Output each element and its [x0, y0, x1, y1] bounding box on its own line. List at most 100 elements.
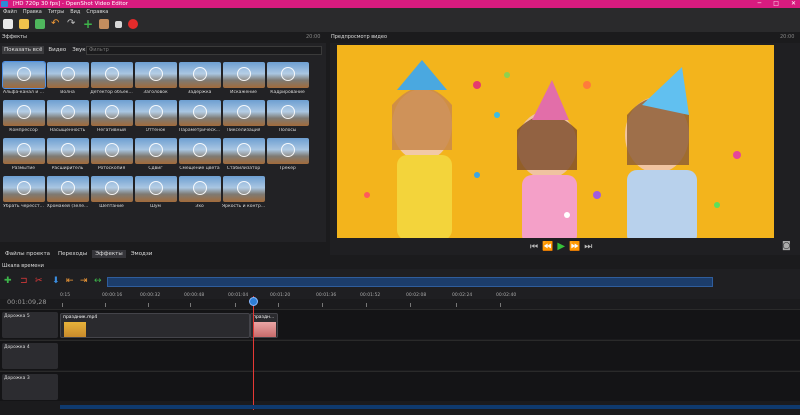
playhead-line[interactable] — [253, 296, 254, 410]
effect-label: Детектор объек... — [90, 90, 133, 95]
next-marker-icon[interactable]: ⇥ — [80, 276, 88, 286]
effect-item[interactable]: Кадрирование — [266, 62, 309, 98]
track-4[interactable]: Дорожка 4 — [0, 340, 800, 370]
track-header[interactable]: Дорожка 3 — [2, 374, 58, 400]
center-timeline-icon[interactable]: ↔ — [94, 276, 102, 286]
tab-transitions[interactable]: Переходы — [55, 250, 90, 258]
effect-item[interactable]: Сдвиг — [134, 138, 177, 174]
timeline-horizontal-scrollbar[interactable] — [60, 405, 800, 409]
effect-thumbnail — [222, 62, 265, 88]
clip-name: праздн... — [253, 315, 275, 320]
new-file-icon[interactable] — [3, 19, 13, 29]
track-header[interactable]: Дорожка 4 — [2, 343, 58, 369]
effect-item[interactable]: Негативный — [90, 100, 133, 136]
fullscreen-icon[interactable] — [115, 20, 122, 28]
effect-item[interactable]: Детектор объек... — [90, 62, 133, 98]
effect-item[interactable]: Хромакей (зеле... — [46, 176, 89, 212]
tab-video[interactable]: Видео — [46, 46, 68, 54]
menu-help[interactable]: Справка — [86, 9, 108, 15]
effect-label: Шум — [150, 204, 161, 209]
menu-file[interactable]: Файл — [3, 9, 17, 15]
effect-item[interactable]: Волна — [46, 62, 89, 98]
undo-icon[interactable]: ↶ — [51, 19, 61, 29]
effect-item[interactable]: Смещение цвета — [178, 138, 221, 174]
effect-item[interactable]: Ротоскопия — [90, 138, 133, 174]
effect-item[interactable]: Параметрическ... — [178, 100, 221, 136]
effect-thumbnail — [46, 138, 89, 164]
effect-item[interactable]: Эхо — [178, 176, 221, 212]
effect-item[interactable]: Яркость и контр... — [222, 176, 265, 212]
snap-icon[interactable]: ⊐ — [20, 276, 28, 286]
effect-glyph-icon — [236, 143, 251, 157]
effect-item[interactable]: Задержка — [178, 62, 221, 98]
effect-thumbnail — [1, 61, 46, 89]
track-name: Дорожка 3 — [4, 376, 30, 381]
effect-item[interactable]: Шум — [134, 176, 177, 212]
tab-effects[interactable]: Эффекты — [92, 250, 126, 258]
effect-item[interactable]: Стабилизатор — [222, 138, 265, 174]
effects-filter-input[interactable]: Фильтр — [86, 46, 322, 55]
playhead-handle[interactable] — [249, 297, 258, 306]
tab-show-all[interactable]: Показать всё — [2, 46, 45, 54]
menu-view[interactable]: Вид — [70, 9, 80, 15]
play-icon[interactable]: ▶ — [557, 241, 565, 252]
effect-item[interactable]: Насыщенность — [46, 100, 89, 136]
effect-item[interactable]: Трекер — [266, 138, 309, 174]
effect-thumbnail — [2, 100, 45, 126]
jump-end-icon[interactable]: ⏭ — [584, 242, 592, 252]
ruler-label: 00:02:08 — [406, 293, 427, 298]
maximize-button[interactable]: □ — [773, 0, 779, 8]
add-icon[interactable]: + — [83, 18, 93, 30]
effect-glyph-icon — [192, 105, 207, 119]
timeline-overview-scrollbar[interactable] — [107, 277, 713, 287]
video-preview[interactable] — [337, 45, 774, 238]
tab-audio[interactable]: Звук — [70, 46, 87, 54]
effect-item[interactable]: Оттенок — [134, 100, 177, 136]
effect-item[interactable]: Расширитель — [46, 138, 89, 174]
effect-item[interactable]: Альфа-канал и ... — [1, 61, 46, 98]
track-3[interactable]: Дорожка 3 — [0, 371, 800, 401]
effect-item[interactable]: Шептание — [90, 176, 133, 212]
effect-glyph-icon — [104, 105, 119, 119]
menu-titles[interactable]: Титры — [48, 9, 64, 15]
fast-forward-icon[interactable]: ⏩ — [569, 242, 580, 252]
menu-edit[interactable]: Правка — [23, 9, 42, 15]
redo-icon[interactable]: ↷ — [67, 19, 77, 29]
add-track-icon[interactable]: ✚ — [4, 276, 12, 286]
jump-start-icon[interactable]: ⏮ — [530, 242, 538, 252]
effect-item[interactable]: Заголовок — [134, 62, 177, 98]
open-folder-icon[interactable] — [19, 19, 29, 29]
effect-item[interactable]: Убрать чересст... — [2, 176, 45, 212]
tab-project-files[interactable]: Файлы проекта — [2, 250, 53, 258]
ruler-label: 00:01:04 — [228, 293, 249, 298]
ruler-tick — [366, 303, 367, 307]
track-header[interactable]: Дорожка 5 — [2, 312, 58, 338]
effect-label: Смещение цвета — [179, 166, 220, 171]
effect-item[interactable]: Пикселизация — [222, 100, 265, 136]
minimize-button[interactable]: ─ — [758, 0, 762, 8]
track-name: Дорожка 4 — [4, 345, 30, 350]
effect-glyph-icon — [104, 181, 119, 195]
effect-item[interactable]: Полосы — [266, 100, 309, 136]
tab-emoji[interactable]: Эмодзи — [128, 250, 156, 258]
effect-glyph-icon — [16, 143, 31, 157]
export-icon[interactable] — [99, 19, 109, 29]
effect-item[interactable]: Размытие — [2, 138, 45, 174]
rewind-icon[interactable]: ⏪ — [542, 242, 553, 252]
record-icon[interactable] — [128, 19, 138, 29]
window-title: [HD 720p 30 fps] - OpenShot Video Editor — [13, 1, 129, 7]
effect-label: Эхо — [195, 204, 204, 209]
timeline-clip[interactable]: праздник.mp4 — [60, 313, 250, 338]
effect-thumbnail — [178, 100, 221, 126]
add-marker-icon[interactable]: ⬇ — [52, 276, 60, 286]
timeline-ruler[interactable]: 0:15 00:00:16 00:00:32 00:00:48 00:01:04… — [60, 293, 800, 309]
effect-item[interactable]: Компрессор — [2, 100, 45, 136]
effect-item[interactable]: Искажение — [222, 62, 265, 98]
previous-marker-icon[interactable]: ⇤ — [66, 276, 74, 286]
razor-icon[interactable]: ✂ — [35, 276, 43, 286]
camera-icon[interactable]: ◙ — [782, 241, 791, 251]
save-icon[interactable] — [35, 19, 45, 29]
close-button[interactable]: ✕ — [791, 0, 796, 8]
timeline-clip[interactable]: праздн... — [250, 313, 278, 338]
track-5[interactable]: Дорожка 5 праздник.mp4 праздн... — [0, 309, 800, 339]
